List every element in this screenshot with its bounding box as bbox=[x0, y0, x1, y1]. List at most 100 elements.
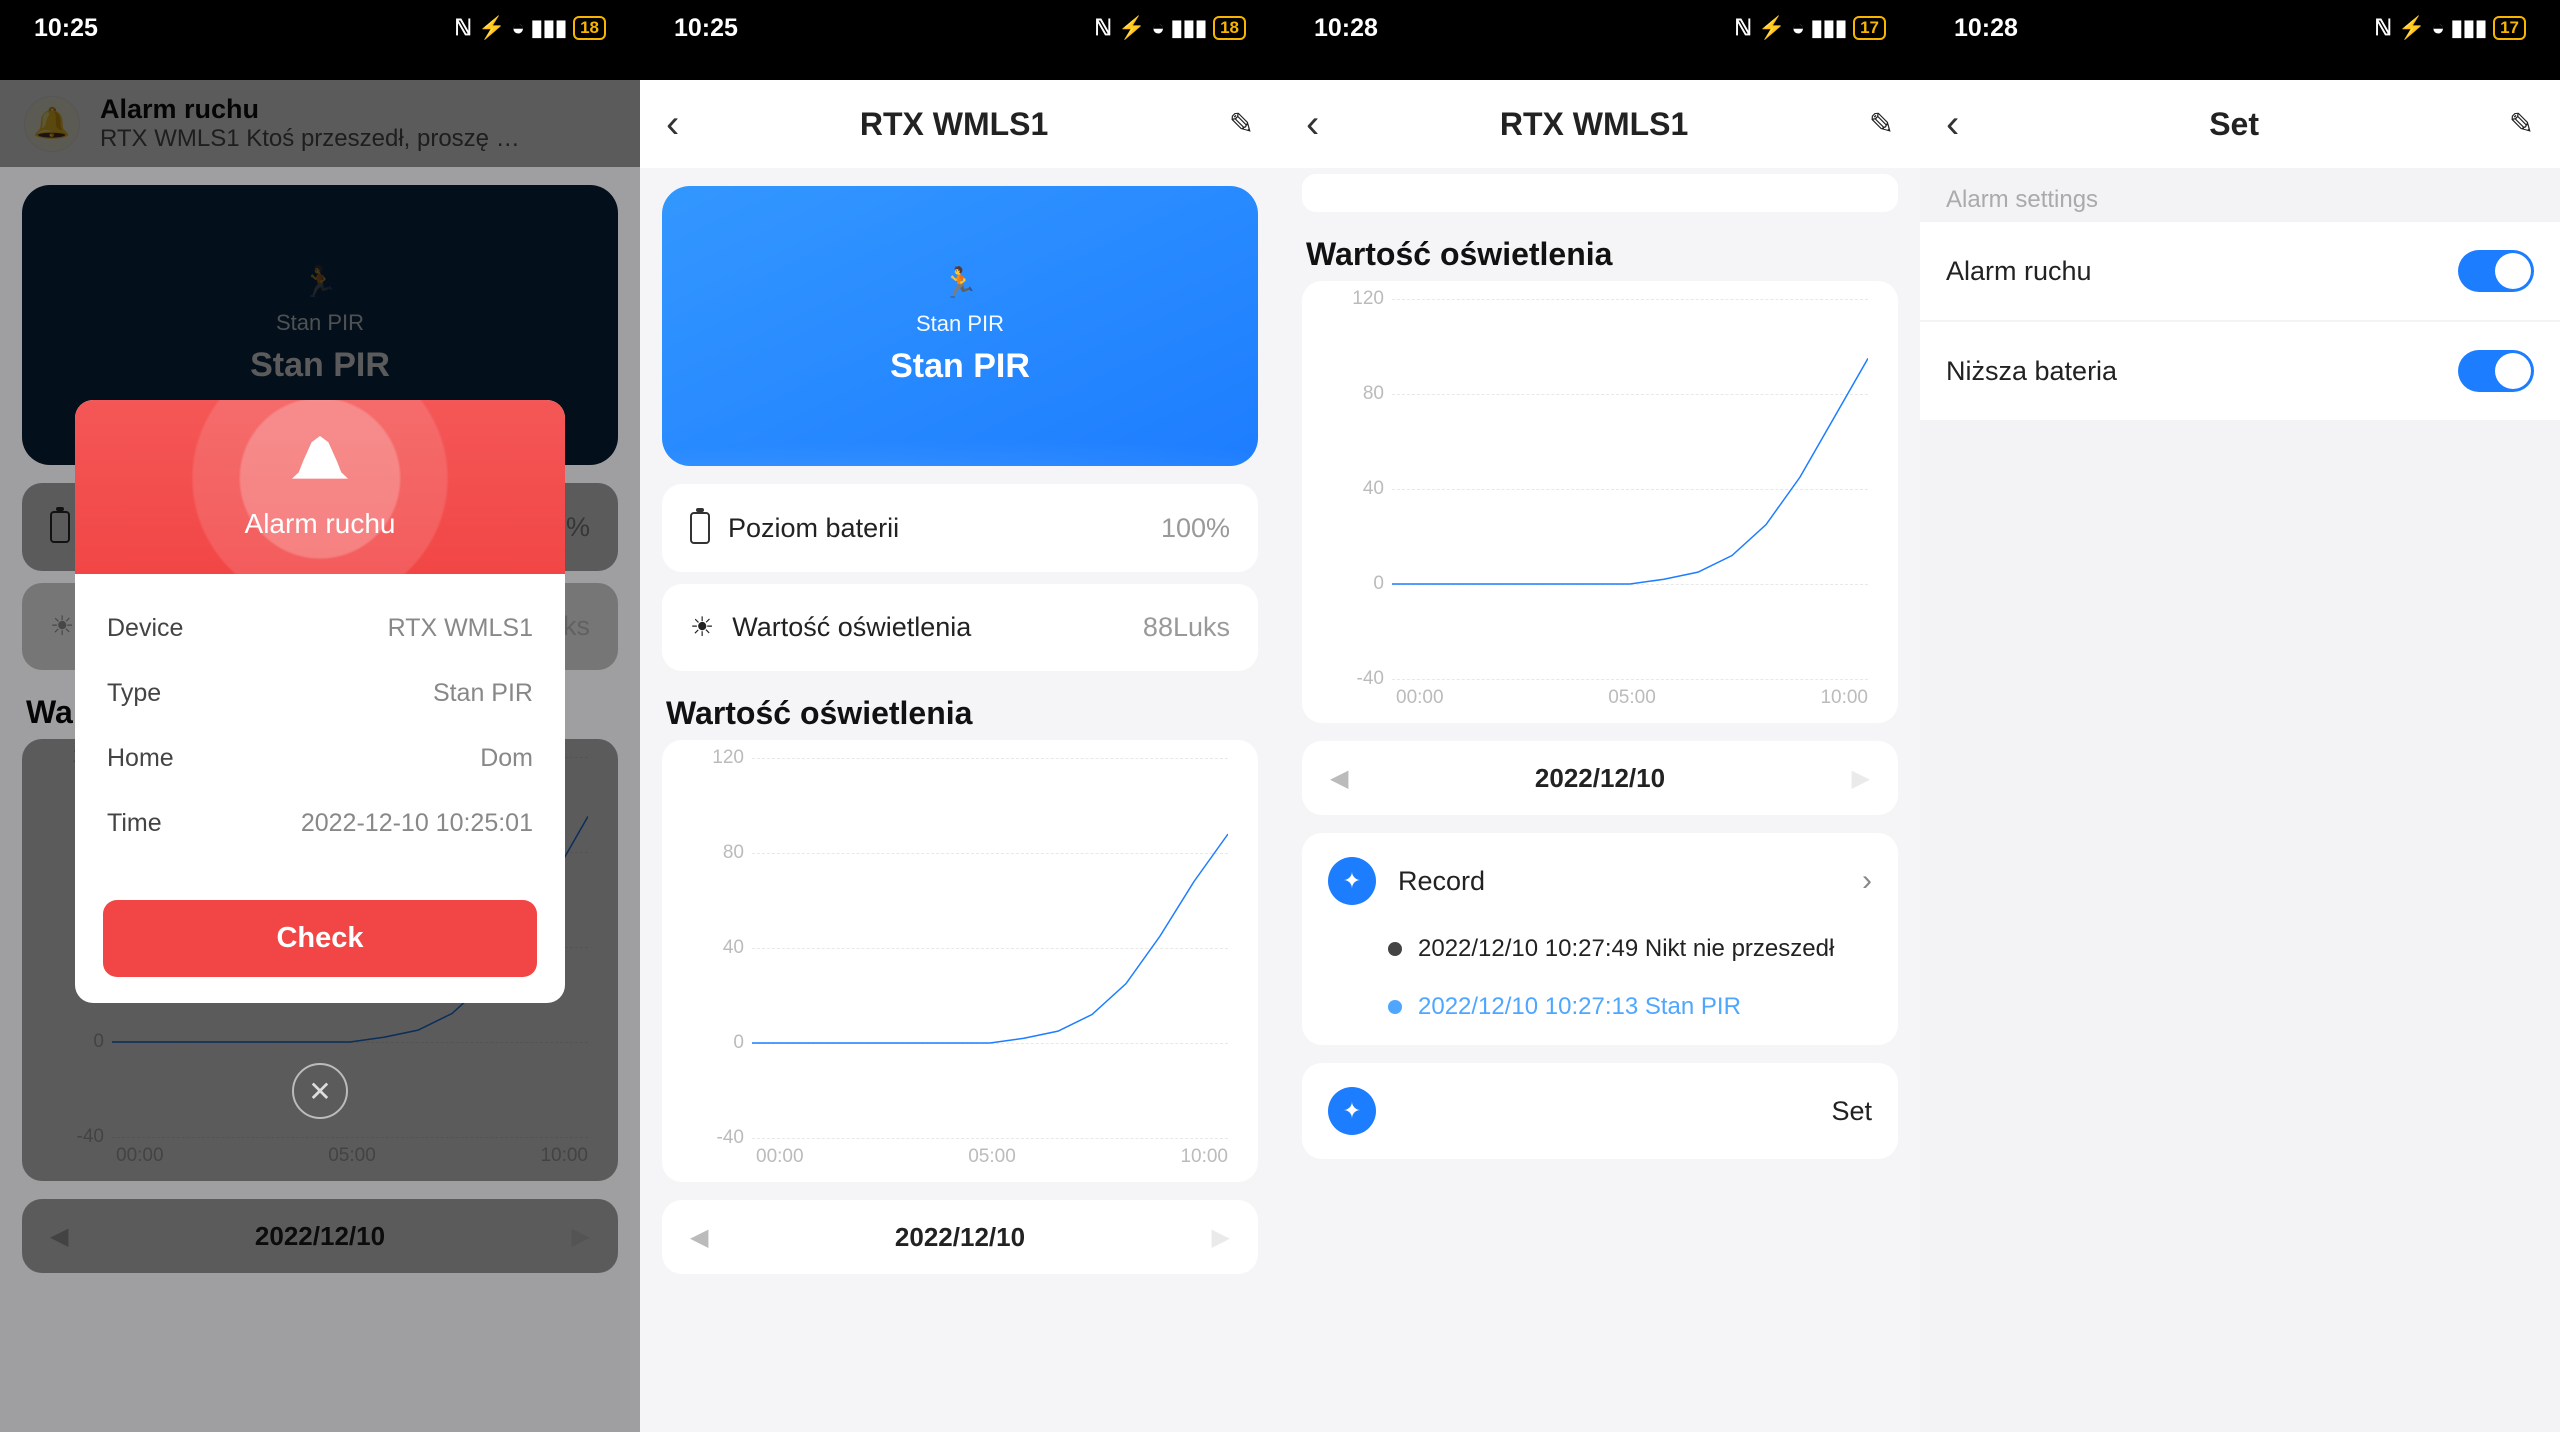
page-title: RTX WMLS1 bbox=[860, 106, 1048, 143]
alarm-popup: Alarm ruchu Device RTX WMLS1 Type Stan PIR H… bbox=[75, 400, 565, 1003]
check-button[interactable]: Check bbox=[103, 900, 537, 977]
status-icons: ℕ ⚡ ◒ ▮▮▮ 18 bbox=[454, 15, 606, 41]
y-tick: 80 bbox=[1363, 383, 1384, 405]
signal-icon: ▮▮▮ bbox=[531, 15, 567, 41]
page-title: Set bbox=[2209, 106, 2259, 143]
y-tick: 120 bbox=[1352, 288, 1384, 310]
date-selector[interactable]: ◀ 2022/12/10 ▶ bbox=[1302, 741, 1898, 815]
y-tick: 120 bbox=[712, 747, 744, 769]
screen-3-records: 10:28 ℕ⚡◒▮▮▮17 ‹ RTX WMLS1 ✎ Wartość ośw… bbox=[1280, 0, 1920, 1432]
record-entry: 2022/12/10 10:27:13 Stan PIR bbox=[1418, 993, 1741, 1021]
popup-field-value: Stan PIR bbox=[433, 679, 533, 708]
back-icon[interactable]: ‹ bbox=[1306, 102, 1319, 147]
popup-title: Alarm ruchu bbox=[75, 508, 565, 540]
clock: 10:25 bbox=[674, 14, 738, 43]
app-header: ‹ RTX WMLS1 ✎ bbox=[640, 80, 1280, 168]
status-bar: 10:28 ℕ⚡◒▮▮▮17 bbox=[1280, 0, 1920, 56]
edit-icon[interactable]: ✎ bbox=[2509, 107, 2534, 142]
low-battery-row: Niższa bateria bbox=[1920, 322, 2560, 420]
status-icons: ℕ⚡◒▮▮▮17 bbox=[2374, 15, 2526, 41]
clock: 10:25 bbox=[34, 14, 98, 43]
y-tick: 0 bbox=[1373, 573, 1384, 595]
x-tick: 00:00 bbox=[1396, 687, 1444, 709]
brightness-icon: ☀ bbox=[690, 612, 714, 643]
next-day-icon[interactable]: ▶ bbox=[1212, 1223, 1230, 1252]
x-tick: 05:00 bbox=[1608, 687, 1656, 709]
modal-overlay: Alarm ruchu Device RTX WMLS1 Type Stan PIR H… bbox=[0, 80, 640, 1432]
popup-field-key: Time bbox=[107, 809, 162, 838]
chart-title: Wartość oświetlenia bbox=[1306, 236, 1894, 273]
set-row[interactable]: ✦ Set bbox=[1302, 1063, 1898, 1159]
group-label: Alarm settings bbox=[1946, 186, 2560, 214]
x-tick: 10:00 bbox=[1180, 1146, 1228, 1168]
lux-row: ☀Wartość oświetlenia 88Luks bbox=[662, 584, 1258, 671]
lux-chart: 120 80 40 0 -40 00:00 05:00 10:00 bbox=[662, 740, 1258, 1182]
battery-icon: 18 bbox=[573, 16, 606, 40]
battery-row: Poziom baterii 100% bbox=[662, 484, 1258, 572]
prev-day-icon[interactable]: ◀ bbox=[1330, 764, 1348, 793]
motion-icon: 🏃 bbox=[941, 266, 978, 301]
status-dot-icon bbox=[1388, 1000, 1402, 1014]
lux-chart: 120 80 40 0 -40 00:00 05:00 10:00 bbox=[1302, 281, 1898, 723]
clock: 10:28 bbox=[1314, 14, 1378, 43]
gear-icon: ✦ bbox=[1328, 857, 1376, 905]
y-tick: -40 bbox=[717, 1127, 744, 1149]
pir-status-card: 🏃 Stan PIR Stan PIR bbox=[662, 186, 1258, 466]
record-entry: 2022/12/10 10:27:49 Nikt nie przeszedł bbox=[1418, 935, 1834, 963]
record-label: Record bbox=[1398, 866, 1485, 897]
edit-icon[interactable]: ✎ bbox=[1869, 107, 1894, 142]
y-tick: -40 bbox=[1357, 668, 1384, 690]
battery-icon bbox=[690, 512, 710, 544]
set-label: Set bbox=[1831, 1096, 1872, 1127]
screen-4-settings: 10:28 ℕ⚡◒▮▮▮17 ‹ Set ✎ Alarm settings Al… bbox=[1920, 0, 2560, 1432]
status-bar: 10:25 ℕ⚡◒▮▮▮18 bbox=[640, 0, 1280, 56]
chart-title: Wartość oświetlenia bbox=[666, 695, 1254, 732]
app-header: ‹ RTX WMLS1 ✎ bbox=[1280, 80, 1920, 168]
status-dot-icon bbox=[1388, 942, 1402, 956]
y-tick: 40 bbox=[723, 937, 744, 959]
gear-icon: ✦ bbox=[1328, 1087, 1376, 1135]
chevron-right-icon[interactable]: › bbox=[1862, 864, 1872, 898]
clock: 10:28 bbox=[1954, 14, 2018, 43]
record-card: ✦ Record › 2022/12/10 10:27:49 Nikt nie p… bbox=[1302, 833, 1898, 1045]
popup-field-key: Home bbox=[107, 744, 174, 773]
popup-field-key: Device bbox=[107, 614, 183, 643]
back-icon[interactable]: ‹ bbox=[1946, 102, 1959, 147]
popup-field-key: Type bbox=[107, 679, 161, 708]
popup-field-value: Dom bbox=[480, 744, 533, 773]
date-value: 2022/12/10 bbox=[1535, 763, 1665, 794]
date-value: 2022/12/10 bbox=[895, 1222, 1025, 1253]
nfc-icon: ℕ bbox=[454, 15, 472, 41]
row-label: Alarm ruchu bbox=[1946, 256, 2092, 287]
popup-header: Alarm ruchu bbox=[75, 400, 565, 574]
status-bar: 10:25 ℕ ⚡ ◒ ▮▮▮ 18 bbox=[0, 0, 640, 56]
motion-alarm-row: Alarm ruchu bbox=[1920, 222, 2560, 320]
popup-field-value: 2022-12-10 10:25:01 bbox=[301, 809, 533, 838]
status-icons: ℕ⚡◒▮▮▮18 bbox=[1094, 15, 1246, 41]
x-tick: 05:00 bbox=[968, 1146, 1016, 1168]
status-icons: ℕ⚡◒▮▮▮17 bbox=[1734, 15, 1886, 41]
bluetooth-icon: ⚡ bbox=[478, 15, 505, 41]
x-tick: 10:00 bbox=[1820, 687, 1868, 709]
y-tick: 80 bbox=[723, 842, 744, 864]
low-battery-toggle[interactable] bbox=[2458, 350, 2534, 392]
y-tick: 0 bbox=[733, 1032, 744, 1054]
card-subtitle: Stan PIR bbox=[916, 311, 1004, 337]
prev-day-icon[interactable]: ◀ bbox=[690, 1223, 708, 1252]
back-icon[interactable]: ‹ bbox=[666, 102, 679, 147]
app-header: ‹ Set ✎ bbox=[1920, 80, 2560, 168]
popup-field-value: RTX WMLS1 bbox=[388, 614, 533, 643]
edit-icon[interactable]: ✎ bbox=[1229, 107, 1254, 142]
y-tick: 40 bbox=[1363, 478, 1384, 500]
x-tick: 00:00 bbox=[756, 1146, 804, 1168]
status-bar: 10:28 ℕ⚡◒▮▮▮17 bbox=[1920, 0, 2560, 56]
next-day-icon[interactable]: ▶ bbox=[1852, 764, 1870, 793]
screen-1-alarm-popup: 10:25 ℕ ⚡ ◒ ▮▮▮ 18 🔔 Alarm ruchu RTX WML… bbox=[0, 0, 640, 1432]
motion-alarm-toggle[interactable] bbox=[2458, 250, 2534, 292]
screen-2-device-home: 10:25 ℕ⚡◒▮▮▮18 ‹ RTX WMLS1 ✎ 🏃 Stan PIR … bbox=[640, 0, 1280, 1432]
close-icon[interactable]: ✕ bbox=[292, 1063, 348, 1119]
row-label: Niższa bateria bbox=[1946, 356, 2117, 387]
page-title: RTX WMLS1 bbox=[1500, 106, 1688, 143]
date-selector[interactable]: ◀ 2022/12/10 ▶ bbox=[662, 1200, 1258, 1274]
wifi-icon: ◒ bbox=[511, 15, 524, 41]
